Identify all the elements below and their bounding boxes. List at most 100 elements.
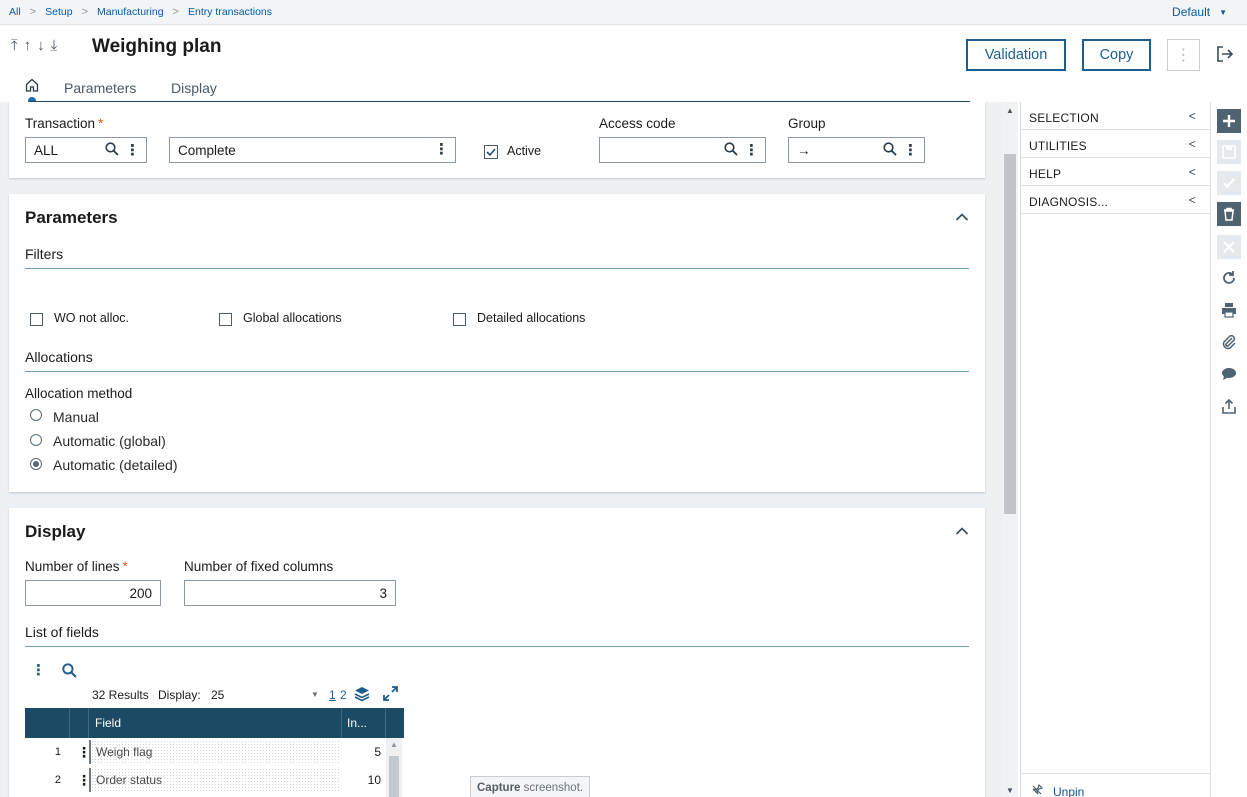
grid-kebab-icon[interactable]: ⋮ <box>31 661 46 679</box>
table-row[interactable]: 1 ⋮ Weigh flag 5 <box>25 738 404 766</box>
panel-selection[interactable]: SELECTION < <box>1021 102 1210 130</box>
page-1[interactable]: 1 <box>329 688 336 702</box>
home-tab-icon[interactable] <box>25 78 39 92</box>
wo-not-alloc-checkbox[interactable] <box>30 313 43 326</box>
grid-scroll-thumb[interactable] <box>389 756 399 797</box>
attachment-icon[interactable] <box>1217 330 1241 354</box>
kebab-icon[interactable]: ⋮ <box>903 143 918 158</box>
search-icon[interactable] <box>883 142 897 159</box>
validation-button[interactable]: Validation <box>966 39 1066 71</box>
radio-automatic-detailed[interactable] <box>30 458 42 470</box>
transaction-value: ALL <box>34 142 59 158</box>
more-actions-button[interactable]: ⋮ <box>1167 39 1200 71</box>
previous-record-icon[interactable]: ↑ <box>24 37 32 54</box>
kebab-icon[interactable]: ⋮ <box>434 142 449 157</box>
last-record-icon[interactable]: ⤓ <box>51 37 58 54</box>
fixed-columns-field[interactable]: 3 <box>184 580 396 606</box>
description-field[interactable]: Complete ⋮ <box>169 137 456 163</box>
group-field[interactable]: → ⋮ <box>788 137 925 163</box>
display-count-label: Display: <box>158 688 201 702</box>
default-menu[interactable]: Default ▼ <box>1172 5 1227 19</box>
field-cell[interactable]: Order status <box>89 768 341 792</box>
grid-search-icon[interactable] <box>62 663 77 681</box>
required-icon: * <box>122 559 128 574</box>
unpin-label: Unpin <box>1053 784 1085 797</box>
comment-icon[interactable] <box>1217 362 1241 386</box>
fields-grid: Field In... 1 ⋮ Weigh flag 5 2 ⋮ Order s… <box>25 708 404 797</box>
page-2[interactable]: 2 <box>340 688 347 702</box>
breadcrumb-setup[interactable]: Setup <box>45 6 72 18</box>
close-icon[interactable] <box>1217 235 1241 259</box>
chevron-up-icon[interactable] <box>955 210 969 225</box>
chevron-left-icon: < <box>1188 109 1196 123</box>
default-menu-label: Default <box>1172 5 1211 19</box>
next-record-icon[interactable]: ↓ <box>37 37 45 54</box>
header-separator <box>341 708 342 738</box>
search-icon[interactable] <box>724 142 738 159</box>
grid-header: Field In... <box>25 708 404 738</box>
copy-button[interactable]: Copy <box>1082 39 1151 71</box>
page-title: Weighing plan <box>92 36 222 57</box>
column-header-in[interactable]: In... <box>347 708 367 738</box>
allocations-title: Allocations <box>25 349 93 365</box>
unpin-button[interactable]: Unpin <box>1031 783 1085 797</box>
kebab-icon[interactable]: ⋮ <box>125 143 140 158</box>
panel-diagnosis[interactable]: DIAGNOSIS... < <box>1021 186 1210 214</box>
access-code-field[interactable]: ⋮ <box>599 137 766 163</box>
delete-icon[interactable] <box>1217 202 1241 226</box>
tab-parameters[interactable]: Parameters <box>64 80 136 96</box>
radio-manual[interactable] <box>30 409 42 421</box>
list-divider <box>25 646 969 647</box>
display-count-value[interactable]: 25 <box>211 688 224 702</box>
save-icon[interactable] <box>1217 140 1241 164</box>
expand-icon[interactable] <box>383 686 398 704</box>
scroll-down-icon[interactable]: ▼ <box>1006 786 1014 795</box>
field-cell[interactable]: Weigh flag <box>89 740 341 764</box>
header-separator <box>88 708 89 738</box>
search-icon[interactable] <box>105 142 119 159</box>
panel-utilities[interactable]: UTILITIES < <box>1021 130 1210 158</box>
chevron-right-icon: > <box>172 6 179 18</box>
breadcrumb-manufacturing[interactable]: Manufacturing <box>97 6 164 18</box>
refresh-icon[interactable] <box>1217 266 1241 290</box>
grid-scrollbar[interactable]: ▲ <box>386 738 402 797</box>
share-icon[interactable] <box>1217 394 1241 418</box>
parameters-title: Parameters <box>25 208 118 227</box>
header-separator <box>385 708 386 738</box>
results-count: 32 Results <box>92 688 149 702</box>
kebab-icon[interactable]: ⋮ <box>744 143 759 158</box>
panel-help[interactable]: HELP < <box>1021 158 1210 186</box>
exit-icon[interactable] <box>1216 46 1234 67</box>
radio-automatic-global-label: Automatic (global) <box>53 433 166 449</box>
add-icon[interactable] <box>1217 109 1241 133</box>
index-cell[interactable]: 10 <box>343 773 381 787</box>
global-allocations-checkbox[interactable] <box>219 313 232 326</box>
first-record-icon[interactable]: ⤒ <box>11 37 18 54</box>
check-icon[interactable] <box>1217 171 1241 195</box>
table-row[interactable]: 2 ⋮ Order status 10 <box>25 766 404 794</box>
index-cell[interactable]: 5 <box>343 745 381 759</box>
detailed-allocations-checkbox[interactable] <box>453 313 466 326</box>
lines-field[interactable]: 200 <box>25 580 161 606</box>
breadcrumb-entry-transactions[interactable]: Entry transactions <box>188 6 272 18</box>
print-icon[interactable] <box>1217 298 1241 322</box>
action-toolbar <box>1210 102 1247 797</box>
tab-display[interactable]: Display <box>171 80 217 96</box>
transaction-field[interactable]: ALL ⋮ <box>25 137 147 163</box>
scroll-up-icon[interactable]: ▲ <box>390 740 398 749</box>
column-header-field[interactable]: Field <box>95 708 121 738</box>
main-scrollbar[interactable]: ▲ ▼ <box>1002 102 1018 797</box>
layers-icon[interactable] <box>354 686 370 705</box>
caret-down-icon[interactable]: ▼ <box>311 690 319 699</box>
active-checkbox[interactable] <box>484 145 498 159</box>
required-icon: * <box>98 116 104 131</box>
chevron-up-icon[interactable] <box>955 524 969 539</box>
breadcrumb-all[interactable]: All <box>9 6 21 18</box>
main-scroll-thumb[interactable] <box>1004 154 1016 514</box>
group-value: → <box>797 142 811 158</box>
scroll-up-icon[interactable]: ▲ <box>1006 106 1014 115</box>
display-section: Display Number of lines * 200 Number of f… <box>9 508 985 797</box>
allocation-method-label: Allocation method <box>25 386 133 401</box>
group-label: Group <box>788 116 826 131</box>
radio-automatic-global[interactable] <box>30 434 42 446</box>
